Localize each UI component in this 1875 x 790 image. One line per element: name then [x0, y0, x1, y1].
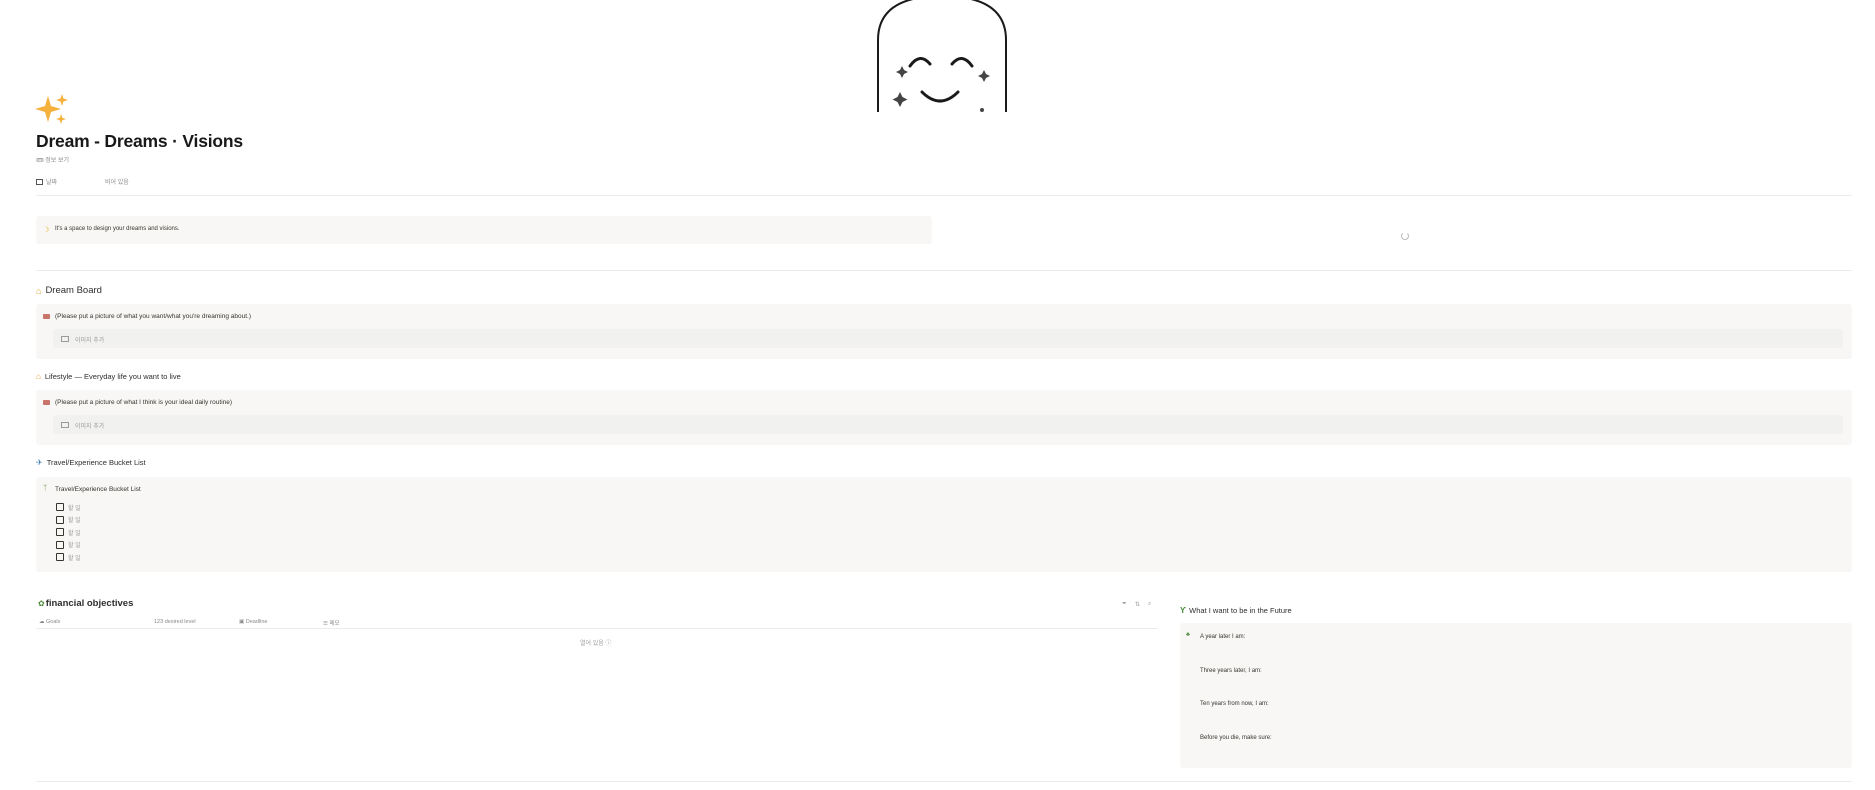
column-desired-label: desired level — [164, 619, 196, 625]
intro-text: It's a space to design your dreams and v… — [55, 226, 180, 232]
column-desired-level[interactable]: 123 desired level — [154, 619, 196, 625]
column-memo[interactable]: ☰ 메모 — [323, 619, 340, 627]
travel-heading: ✈ Travel/Experience Bucket List — [36, 458, 146, 467]
column-deadline[interactable]: ▣ Deadline — [239, 619, 267, 625]
future-callout[interactable]: ♣ A year later I am: Three years later, … — [1180, 623, 1852, 768]
info-icon: ⓘ — [605, 641, 612, 647]
todo-item[interactable]: 할 일 — [56, 501, 81, 514]
sort-icon[interactable]: ⇅ — [1135, 601, 1140, 608]
divider — [36, 781, 1852, 782]
new-row-label: 열어 있음 — [580, 641, 604, 647]
property-date-label: 날짜 — [46, 180, 58, 186]
finance-heading: ✿ financial objectives — [38, 598, 133, 609]
page-title: Dream - Dreams · Visions — [36, 131, 243, 151]
todo-list: 할 일 할 일 할 일 할 일 할 일 — [56, 501, 81, 564]
lifestyle-callout[interactable]: (Please put a picture of what I think is… — [36, 390, 1852, 445]
calendar-icon — [36, 178, 43, 185]
page-subtitle[interactable]: 🎟 정보 보기 — [36, 155, 69, 164]
new-row-button[interactable]: 열어 있음 ⓘ — [580, 638, 611, 647]
todo-item[interactable]: 할 일 — [56, 551, 81, 564]
travel-callout-title: Travel/Experience Bucket List — [55, 486, 141, 493]
property-date[interactable]: 날짜 — [36, 177, 57, 186]
travel-heading-text: Travel/Experience Bucket List — [46, 458, 146, 467]
sprout-icon: ✿ — [38, 599, 45, 608]
todo-item[interactable]: 할 일 — [56, 514, 81, 527]
divider — [36, 195, 1852, 196]
house-icon: ⌂ — [36, 372, 41, 381]
table-header: ☁ Goals 123 desired level ▣ Deadline ☰ 메… — [36, 617, 1158, 629]
sprout-icon: ♣ — [1186, 632, 1190, 638]
column-memo-label: 메모 — [329, 621, 340, 627]
moon-icon: ☽ — [43, 227, 50, 234]
airplane-icon: ✈ — [36, 458, 43, 467]
dream-board-callout-text: (Please put a picture of what you want/w… — [55, 313, 251, 320]
image-icon — [61, 336, 69, 342]
add-image-label: 이미지 추가 — [75, 338, 105, 344]
dream-board-callout[interactable]: (Please put a picture of what you want/w… — [36, 304, 1852, 359]
picture-icon — [43, 400, 50, 405]
divider — [36, 270, 1852, 271]
future-item: Before you die, make sure: — [1200, 735, 1272, 741]
add-image-label: 이미지 추가 — [75, 424, 105, 430]
lifestyle-callout-text: (Please put a picture of what I think is… — [55, 399, 233, 406]
loading-spinner-icon — [1401, 232, 1409, 240]
future-heading-text: What I want to be in the Future — [1189, 606, 1292, 615]
column-goals[interactable]: ☁ Goals — [39, 619, 60, 625]
add-image-placeholder[interactable]: 이미지 추가 — [53, 329, 1843, 348]
intro-callout[interactable]: ☽ It's a space to design your dreams and… — [36, 216, 932, 244]
filter-icon[interactable]: ⏷ — [1122, 601, 1127, 608]
finance-heading-text: financial objectives — [45, 598, 134, 609]
image-icon — [61, 422, 69, 428]
future-heading: Ƴ What I want to be in the Future — [1180, 606, 1292, 615]
database-toolbar: ⏷ ⇅ ⌕ — [1122, 601, 1151, 608]
future-item: A year later I am: — [1200, 634, 1246, 640]
palm-tree-icon: ᛉ — [43, 485, 48, 492]
travel-callout[interactable]: ᛉ Travel/Experience Bucket List 할 일 할 일 … — [36, 477, 1852, 572]
column-deadline-label: Deadline — [245, 619, 268, 625]
sparkles-icon[interactable] — [34, 92, 70, 128]
column-goals-label: Goals — [46, 619, 61, 625]
checkbox[interactable] — [56, 528, 64, 537]
future-item: Ten years from now, I am: — [1200, 701, 1269, 707]
dream-board-heading-text: Dream Board — [45, 285, 102, 296]
lifestyle-heading-text: Lifestyle — Everyday life you want to li… — [44, 372, 181, 381]
todo-text[interactable]: 할 일 — [68, 528, 81, 537]
sprout-icon: Ƴ — [1180, 606, 1187, 615]
checkbox[interactable] — [56, 515, 64, 524]
picture-icon — [43, 314, 50, 319]
search-icon[interactable]: ⌕ — [1148, 601, 1151, 608]
checkbox[interactable] — [56, 540, 64, 549]
cover-illustration — [872, 0, 1012, 112]
todo-text[interactable]: 할 일 — [68, 503, 81, 512]
add-image-placeholder[interactable]: 이미지 추가 — [53, 415, 1843, 434]
todo-text[interactable]: 할 일 — [68, 540, 81, 549]
dream-board-heading: ⌂ Dream Board — [36, 285, 102, 296]
todo-item[interactable]: 할 일 — [56, 526, 81, 539]
checkbox[interactable] — [56, 503, 64, 512]
todo-text[interactable]: 할 일 — [68, 553, 81, 562]
lifestyle-heading: ⌂ Lifestyle — Everyday life you want to … — [36, 372, 181, 381]
todo-text[interactable]: 할 일 — [68, 515, 81, 524]
checkbox[interactable] — [56, 553, 64, 562]
future-item: Three years later, I am: — [1200, 668, 1262, 674]
house-icon: ⌂ — [36, 285, 42, 296]
property-date-value[interactable]: 비어 있음 — [105, 177, 129, 186]
todo-item[interactable]: 할 일 — [56, 539, 81, 552]
